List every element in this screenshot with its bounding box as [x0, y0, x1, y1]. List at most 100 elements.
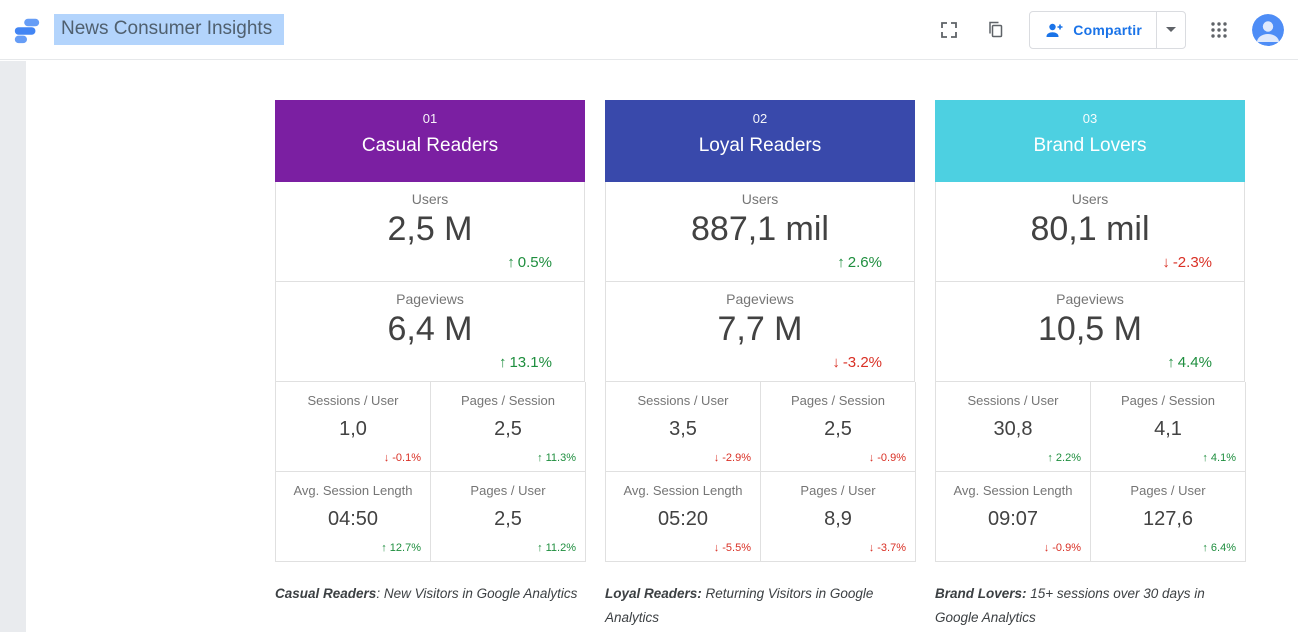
metric-value: 2,5	[431, 508, 585, 531]
pageviews-metric: Pageviews 7,7 M ↓-3.2%	[605, 282, 915, 382]
metric-delta: ↓-0.1%	[384, 452, 421, 464]
metric-value: 05:20	[606, 508, 760, 531]
footnote-text: : New Visitors in Google Analytics	[376, 586, 577, 601]
pageviews-metric: Pageviews 10,5 M ↑4.4%	[935, 282, 1245, 382]
copy-report-button[interactable]	[976, 10, 1016, 50]
footnotes: Casual Readers: New Visitors in Google A…	[275, 582, 1245, 630]
delta-value: -3.7%	[877, 542, 906, 554]
scorecard-casual-readers[interactable]: 01 Casual Readers Users 2,5 M ↑0.5% Page…	[275, 100, 585, 562]
metric-label: Pages / User	[431, 472, 585, 498]
card-title: Casual Readers	[275, 135, 585, 157]
avatar[interactable]	[1252, 14, 1284, 46]
share-label: Compartir	[1073, 22, 1142, 38]
delta-arrow: ↑	[537, 452, 543, 464]
metric-delta: ↑4.1%	[1202, 452, 1236, 464]
metric-delta: ↓-3.7%	[869, 542, 906, 554]
metric-delta: ↓-0.9%	[869, 452, 906, 464]
delta-value: -0.9%	[877, 452, 906, 464]
small-metrics: Sessions / User 30,8 ↑2.2% Pages / Sessi…	[935, 382, 1245, 562]
pages-per-session-metric: Pages / Session 4,1 ↑4.1%	[1091, 382, 1246, 472]
metric-delta: ↑0.5%	[507, 254, 552, 271]
sessions-per-user-metric: Sessions / User 1,0 ↓-0.1%	[276, 382, 431, 472]
metric-value: 80,1 mil	[936, 210, 1244, 249]
metric-value: 09:07	[936, 508, 1090, 531]
pages-per-user-metric: Pages / User 2,5 ↑11.2%	[431, 472, 586, 562]
delta-value: 12.7%	[390, 542, 421, 554]
sessions-per-user-metric: Sessions / User 3,5 ↓-2.9%	[606, 382, 761, 472]
person-add-icon	[1044, 20, 1064, 40]
copy-icon	[987, 21, 1005, 39]
delta-arrow: ↑	[499, 354, 507, 371]
delta-value: -0.9%	[1052, 542, 1081, 554]
metric-value: 10,5 M	[936, 310, 1244, 349]
metric-delta: ↑12.7%	[381, 542, 421, 554]
delta-value: 2.6%	[848, 254, 882, 271]
delta-arrow: ↓	[832, 354, 840, 371]
footnote-brand-lovers: Brand Lovers: 15+ sessions over 30 days …	[935, 582, 1245, 630]
chevron-down-icon	[1166, 27, 1176, 32]
metric-label: Pages / User	[761, 472, 915, 498]
users-metric: Users 887,1 mil ↑2.6%	[605, 182, 915, 282]
delta-arrow: ↑	[381, 542, 387, 554]
metric-value: 887,1 mil	[606, 210, 914, 249]
card-header: 03 Brand Lovers	[935, 100, 1245, 182]
pages-per-session-metric: Pages / Session 2,5 ↑11.3%	[431, 382, 586, 472]
delta-arrow: ↑	[1047, 452, 1053, 464]
card-number: 02	[605, 111, 915, 126]
delta-arrow: ↓	[714, 542, 720, 554]
delta-value: -0.1%	[392, 452, 421, 464]
pageviews-metric: Pageviews 6,4 M ↑13.1%	[275, 282, 585, 382]
fullscreen-button[interactable]	[929, 10, 969, 50]
card-header: 01 Casual Readers	[275, 100, 585, 182]
metric-label: Users	[276, 182, 584, 207]
delta-value: -2.9%	[722, 452, 751, 464]
metric-value: 1,0	[276, 418, 430, 441]
users-metric: Users 2,5 M ↑0.5%	[275, 182, 585, 282]
avg-session-length-metric: Avg. Session Length 05:20 ↓-5.5%	[606, 472, 761, 562]
delta-arrow: ↑	[1202, 452, 1208, 464]
avg-session-length-metric: Avg. Session Length 04:50 ↑12.7%	[276, 472, 431, 562]
metric-delta: ↓-2.9%	[714, 452, 751, 464]
metric-delta: ↑6.4%	[1202, 542, 1236, 554]
metric-label: Users	[936, 182, 1244, 207]
card-title: Brand Lovers	[935, 135, 1245, 157]
pages-per-session-metric: Pages / Session 2,5 ↓-0.9%	[761, 382, 916, 472]
share-dropdown-button[interactable]	[1156, 12, 1185, 48]
delta-arrow: ↑	[1167, 354, 1175, 371]
scorecard-brand-lovers[interactable]: 03 Brand Lovers Users 80,1 mil ↓-2.3% Pa…	[935, 100, 1245, 562]
metric-delta: ↑13.1%	[499, 354, 552, 371]
metric-label: Pageviews	[936, 282, 1244, 307]
share-button[interactable]: Compartir	[1030, 12, 1156, 48]
delta-value: 0.5%	[518, 254, 552, 271]
footnote-loyal-readers: Loyal Readers: Returning Visitors in Goo…	[605, 582, 915, 630]
card-number: 03	[935, 111, 1245, 126]
metric-value: 7,7 M	[606, 310, 914, 349]
metric-delta: ↓-5.5%	[714, 542, 751, 554]
delta-value: 11.2%	[546, 542, 576, 554]
metric-label: Pageviews	[606, 282, 914, 307]
delta-arrow: ↓	[714, 452, 720, 464]
apps-grid-button[interactable]	[1199, 10, 1239, 50]
metric-label: Sessions / User	[936, 382, 1090, 408]
metric-value: 6,4 M	[276, 310, 584, 349]
metric-label: Pages / Session	[1091, 382, 1245, 408]
metric-delta: ↑4.4%	[1167, 354, 1212, 371]
metric-value: 127,6	[1091, 508, 1245, 531]
pages-per-user-metric: Pages / User 8,9 ↓-3.7%	[761, 472, 916, 562]
metric-value: 04:50	[276, 508, 430, 531]
metric-value: 2,5	[431, 418, 585, 441]
metric-label: Avg. Session Length	[606, 472, 760, 498]
scorecard-loyal-readers[interactable]: 02 Loyal Readers Users 887,1 mil ↑2.6% P…	[605, 100, 915, 562]
apps-grid-icon	[1210, 21, 1228, 39]
metric-label: Sessions / User	[606, 382, 760, 408]
footnote-casual-readers: Casual Readers: New Visitors in Google A…	[275, 582, 585, 630]
metric-delta: ↑11.2%	[537, 542, 576, 554]
delta-value: 4.1%	[1211, 452, 1236, 464]
report-title[interactable]: News Consumer Insights	[54, 14, 284, 45]
metric-label: Avg. Session Length	[936, 472, 1090, 498]
workspace-gutter	[0, 61, 26, 632]
metric-delta: ↑2.6%	[837, 254, 882, 271]
metric-label: Users	[606, 182, 914, 207]
delta-value: -3.2%	[843, 354, 882, 371]
datastudio-logo-icon[interactable]	[12, 14, 44, 46]
